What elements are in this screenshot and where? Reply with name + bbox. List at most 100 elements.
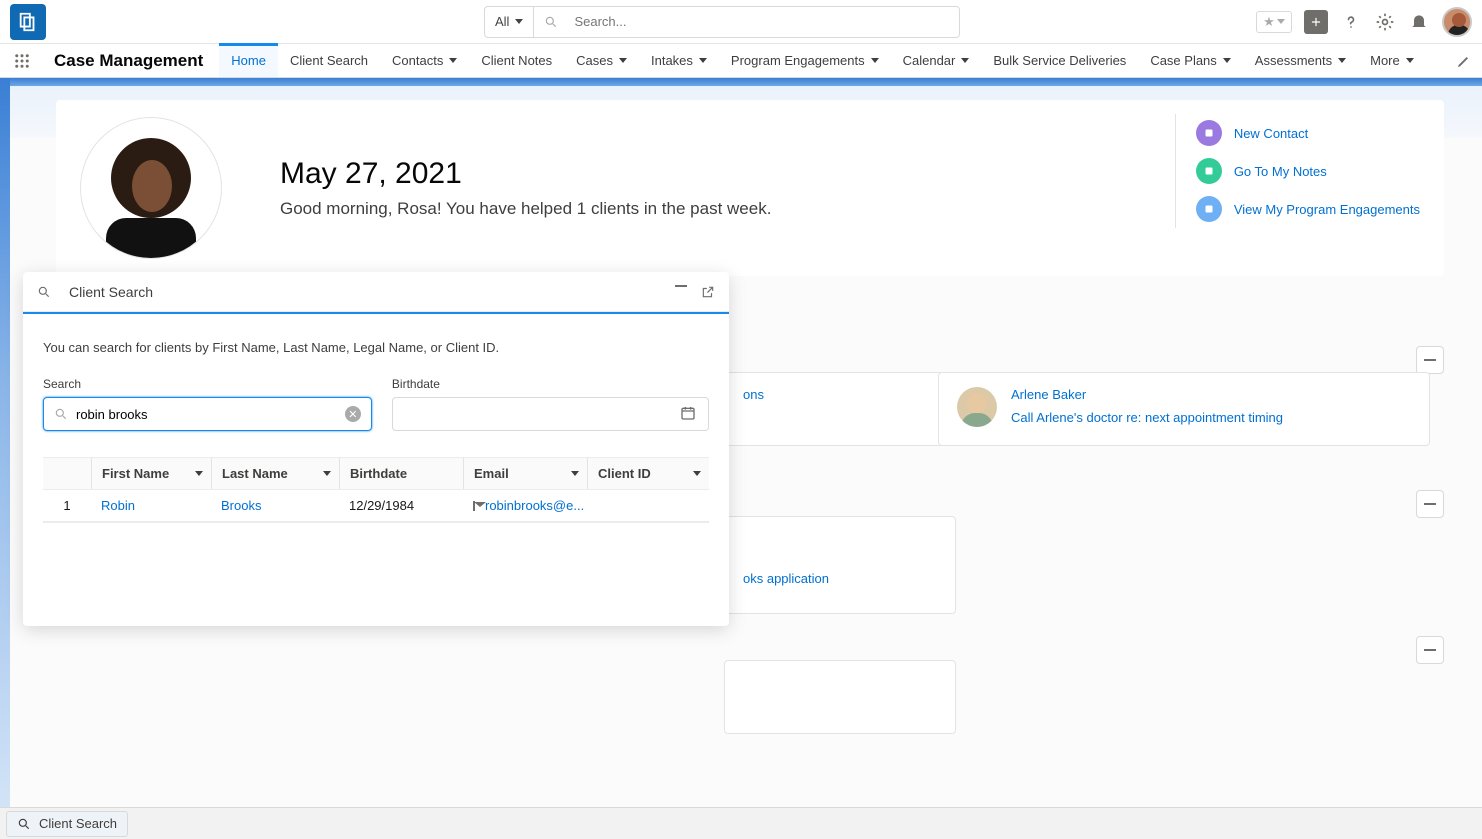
nav-tab-label: Intakes: [651, 53, 693, 68]
nav-tab-label: Program Engagements: [731, 53, 865, 68]
nav-tab-label: Calendar: [903, 53, 956, 68]
chevron-down-icon: [1338, 58, 1346, 63]
section-collapse-button[interactable]: [1416, 636, 1444, 664]
search-scope-dropdown[interactable]: All: [485, 7, 534, 37]
global-search: All: [484, 6, 960, 38]
nav-tab-case-plans[interactable]: Case Plans: [1138, 44, 1242, 77]
panel-body: You can search for clients by First Name…: [23, 314, 729, 539]
utility-bar: Client Search: [0, 807, 1482, 839]
nav-tab-label: More: [1370, 53, 1400, 68]
nav-tab-more[interactable]: More: [1358, 44, 1426, 77]
nav-tab-home[interactable]: Home: [219, 43, 278, 77]
minus-icon: [1424, 503, 1436, 505]
card-link-fragment[interactable]: oks application: [743, 571, 829, 586]
datepicker-button[interactable]: [680, 405, 698, 423]
popout-button[interactable]: [701, 285, 715, 299]
hero-card: May 27, 2021 Good morning, Rosa! You hav…: [56, 100, 1444, 276]
col-email[interactable]: Email: [463, 458, 587, 489]
nav-tab-client-notes[interactable]: Client Notes: [469, 44, 564, 77]
quick-link-new-contact[interactable]: New Contact: [1196, 120, 1420, 146]
search-input-wrap[interactable]: ✕: [43, 397, 372, 431]
star-icon: ★: [1263, 14, 1275, 30]
popout-icon: [701, 285, 715, 299]
nav-tab-calendar[interactable]: Calendar: [891, 44, 982, 77]
nav-tab-bulk-service-deliveries[interactable]: Bulk Service Deliveries: [981, 44, 1138, 77]
global-search-input[interactable]: [574, 14, 949, 29]
setup-button[interactable]: [1374, 11, 1396, 33]
panel-search-input[interactable]: [76, 407, 345, 422]
minus-icon: [1424, 649, 1436, 651]
global-search-field[interactable]: [534, 14, 959, 29]
col-first-name[interactable]: First Name: [91, 458, 211, 489]
user-avatar[interactable]: [1442, 7, 1472, 37]
partial-card: oks application: [724, 516, 956, 614]
cell-first-name: Robin: [91, 490, 211, 521]
quick-link-label: Go To My Notes: [1234, 164, 1327, 179]
help-button[interactable]: [1340, 11, 1362, 33]
chevron-down-icon: [323, 471, 331, 476]
nav-tab-intakes[interactable]: Intakes: [639, 44, 719, 77]
nav-tab-cases[interactable]: Cases: [564, 44, 639, 77]
quick-link-view-my-program-engagements[interactable]: View My Program Engagements: [1196, 196, 1420, 222]
search-icon: [54, 407, 68, 421]
col-birthdate[interactable]: Birthdate: [339, 458, 463, 489]
last-name-link[interactable]: Brooks: [221, 498, 261, 513]
hero-text: May 27, 2021 Good morning, Rosa! You hav…: [280, 157, 771, 219]
nav-tab-label: Client Search: [290, 53, 368, 68]
panel-birthdate-input[interactable]: [403, 407, 680, 422]
nav-tab-program-engagements[interactable]: Program Engagements: [719, 44, 891, 77]
minimize-button[interactable]: [675, 285, 687, 299]
section-collapse-button[interactable]: [1416, 346, 1444, 374]
birthdate-input-wrap[interactable]: [392, 397, 709, 431]
notifications-button[interactable]: [1408, 11, 1430, 33]
col-client-id[interactable]: Client ID: [587, 458, 709, 489]
utility-label: Client Search: [39, 816, 117, 831]
hero-date: May 27, 2021: [280, 157, 771, 191]
pencil-icon: [1456, 53, 1472, 69]
close-icon: ✕: [348, 408, 357, 421]
chevron-down-icon: [449, 58, 457, 63]
nav-tab-assessments[interactable]: Assessments: [1243, 44, 1358, 77]
email-link[interactable]: robinbrooks@e...: [485, 498, 584, 513]
panel-title: Client Search: [69, 284, 153, 300]
caret-down-icon: [1277, 19, 1285, 24]
chevron-down-icon: [699, 58, 707, 63]
search-icon: [544, 15, 558, 29]
results-table: First Name Last Name Birthdate Email Cli…: [43, 457, 709, 523]
nav-tab-client-search[interactable]: Client Search: [278, 44, 380, 77]
card-link-fragment[interactable]: ons: [743, 387, 764, 402]
section-collapse-button[interactable]: [1416, 490, 1444, 518]
first-name-link[interactable]: Robin: [101, 498, 135, 513]
quick-link-go-to-my-notes[interactable]: Go To My Notes: [1196, 158, 1420, 184]
nav-tabs: HomeClient SearchContactsClient NotesCas…: [219, 44, 1425, 77]
cell-last-name: Brooks: [211, 490, 339, 521]
empty-card: [724, 660, 956, 734]
content-area: May 27, 2021 Good morning, Rosa! You hav…: [10, 86, 1472, 839]
utility-client-search[interactable]: Client Search: [6, 811, 128, 837]
hero-avatar: [80, 117, 222, 259]
birthdate-label: Birthdate: [392, 377, 709, 391]
chevron-down-icon: [961, 58, 969, 63]
gear-icon: [1375, 12, 1395, 32]
contact-name-link[interactable]: Arlene Baker: [1011, 387, 1086, 402]
col-last-name[interactable]: Last Name: [211, 458, 339, 489]
quick-links: New Contact Go To My Notes View My Program…: [1175, 114, 1420, 228]
partial-card: ons: [724, 372, 956, 446]
nav-bar: Case Management HomeClient SearchContact…: [0, 44, 1482, 78]
app-launcher-button[interactable]: [0, 52, 44, 70]
favorites-button[interactable]: ★: [1256, 11, 1292, 33]
chevron-down-icon: [1223, 58, 1231, 63]
help-icon: [1341, 12, 1361, 32]
salesforce-logo[interactable]: [10, 4, 46, 40]
nav-tab-contacts[interactable]: Contacts: [380, 44, 469, 77]
clear-button[interactable]: ✕: [345, 406, 361, 422]
nav-edit-button[interactable]: [1446, 44, 1482, 77]
chevron-down-icon: [619, 58, 627, 63]
client-search-panel: Client Search You can search for clients…: [23, 272, 729, 626]
calendar-icon: [680, 405, 696, 421]
header-utilities: ★: [1256, 7, 1472, 37]
quick-link-label: View My Program Engagements: [1234, 202, 1420, 217]
task-link[interactable]: Call Arlene's doctor re: next appointmen…: [1011, 410, 1283, 425]
global-create-button[interactable]: [1304, 10, 1328, 34]
cell-client-id: [587, 490, 709, 521]
